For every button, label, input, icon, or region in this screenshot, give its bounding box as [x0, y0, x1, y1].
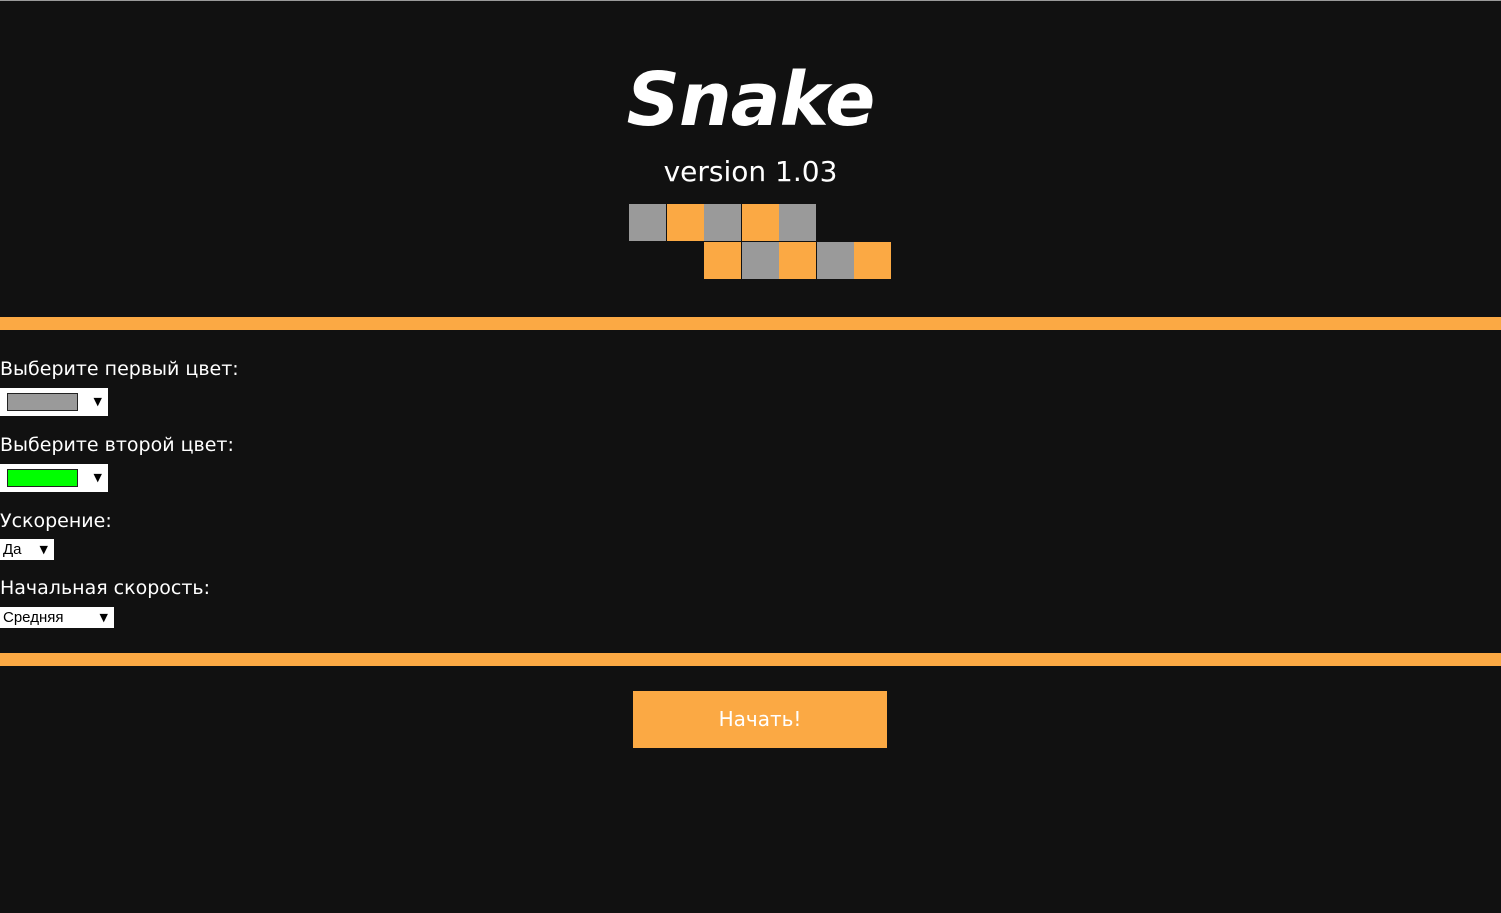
acceleration-select[interactable]: Да ▼	[0, 539, 54, 560]
logo-cell-gray	[779, 204, 816, 241]
second-color-label: Выберите второй цвет:	[0, 434, 234, 456]
game-title: Snake	[626, 57, 876, 143]
logo-cell-orange	[742, 204, 779, 241]
second-color-swatch	[7, 469, 78, 487]
first-color-select[interactable]: ▼	[0, 388, 108, 416]
acceleration-label: Ускорение:	[0, 510, 112, 532]
dropdown-arrow-icon: ▼	[39, 543, 48, 556]
initial-speed-label: Начальная скорость:	[0, 577, 211, 599]
logo-cell-gray	[742, 242, 779, 279]
logo-cell-orange	[779, 242, 816, 279]
divider-bottom	[0, 653, 1501, 666]
first-color-swatch	[7, 393, 78, 411]
top-border-line	[0, 0, 1501, 1]
logo-cell-gray	[704, 204, 741, 241]
divider-top	[0, 317, 1501, 330]
dropdown-arrow-icon: ▼	[99, 611, 108, 624]
dropdown-arrow-icon: ▼	[93, 471, 102, 484]
logo-cell-orange	[667, 204, 704, 241]
initial-speed-select[interactable]: Средняя ▼	[0, 607, 114, 628]
snake-logo	[0, 0, 1501, 300]
acceleration-value: Да	[3, 541, 22, 558]
initial-speed-value: Средняя	[3, 609, 64, 626]
first-color-label: Выберите первый цвет:	[0, 358, 239, 380]
start-button[interactable]: Начать!	[633, 691, 887, 748]
logo-cell-gray	[817, 242, 854, 279]
logo-cell-orange	[704, 242, 741, 279]
dropdown-arrow-icon: ▼	[93, 395, 102, 408]
logo-cell-gray	[629, 204, 666, 241]
version-label: version 1.03	[663, 155, 838, 188]
second-color-select[interactable]: ▼	[0, 464, 108, 492]
logo-cell-orange	[854, 242, 891, 279]
